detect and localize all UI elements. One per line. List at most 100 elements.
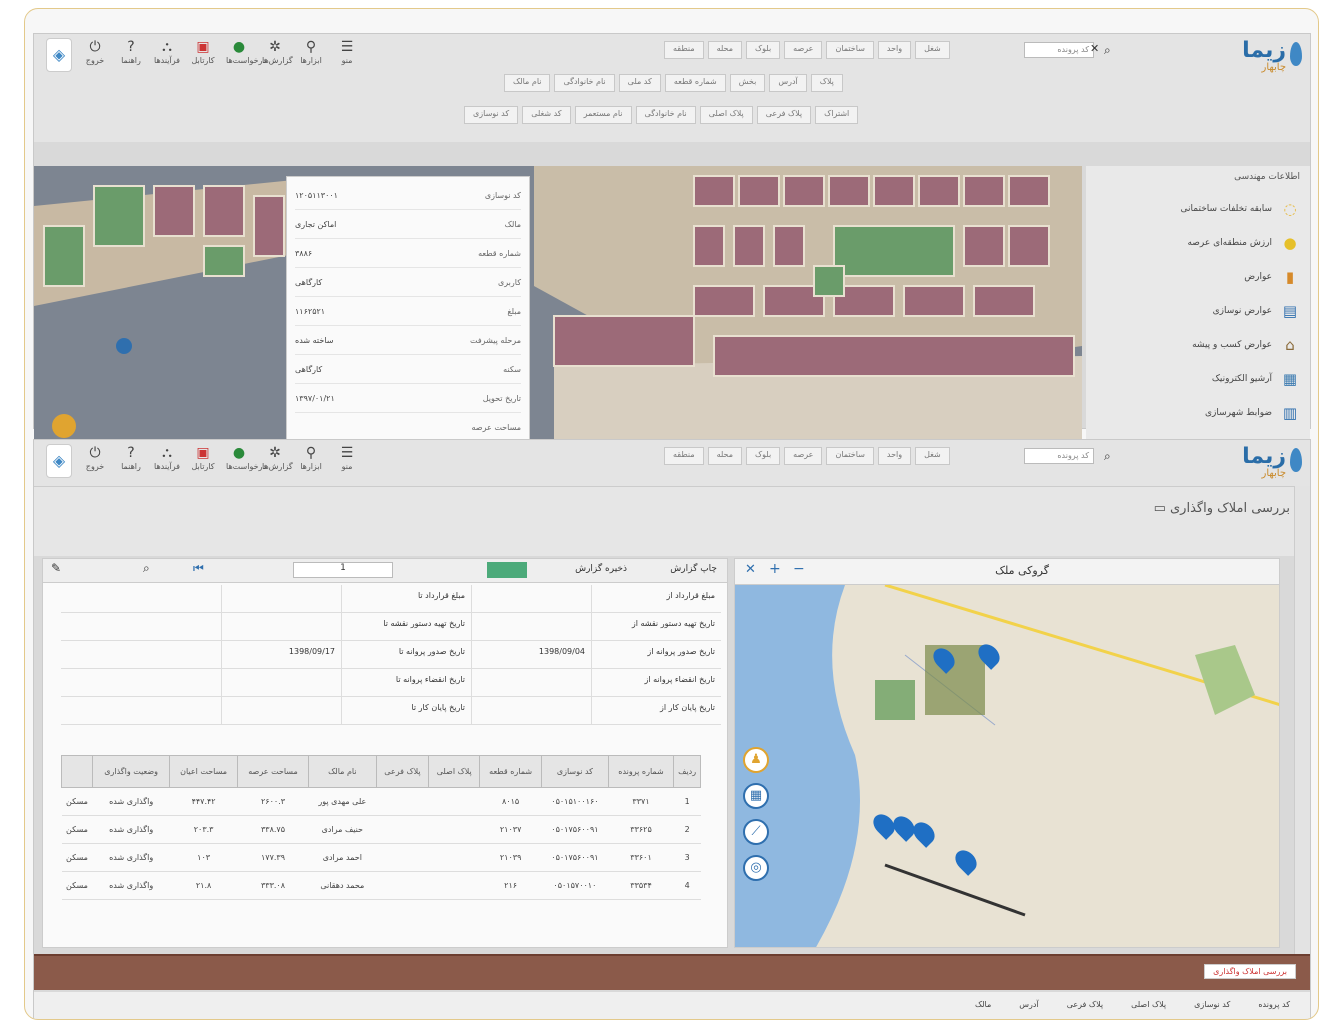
chip[interactable]: بلوک (746, 447, 781, 465)
table-row[interactable]: 3 ۳۳۶۰۱ ۰۵۰۱۷۵۶۰۰۹۱ ۲۱۰۳۹ احمد مرادی ۱۷۷.۳۹ ۱۰… (61, 843, 701, 872)
layers-icon[interactable]: ▦ (743, 783, 769, 809)
map-header: گروکی ملک ✕ + − (735, 559, 1279, 585)
chip[interactable]: محله (707, 447, 742, 465)
page-input[interactable]: 1 (293, 562, 393, 578)
sidebar-item[interactable]: ▤ عوارض نوسازی (1096, 294, 1300, 328)
search-input[interactable]: کد پرونده (1024, 448, 1094, 464)
chat-icon[interactable]: ● درخواست‌ها (226, 38, 266, 72)
top-toolbar-2: زیما چابهار کد پرونده ⌕ منطقه محله بلوک … (34, 440, 1310, 486)
sidebar-item[interactable]: ▦ آرشیو الکترونیک (1096, 362, 1300, 396)
org-chart-icon[interactable]: ⛬ فرآیندها (154, 444, 180, 478)
chip[interactable]: اشتراک (815, 106, 859, 124)
report-grid-panel: چاپ گزارش ذخیره گزارش 1 ⏮ ⌕ ✎ مبلغ قرارد… (42, 558, 728, 948)
chip[interactable]: پلاک اصلی (699, 106, 753, 124)
chip[interactable]: منطقه (664, 447, 704, 465)
inbox-icon[interactable]: ▣ کارتابل (190, 38, 216, 72)
chip[interactable]: آدرس (769, 74, 807, 92)
inbox-icon[interactable]: ▣ کارتابل (190, 444, 216, 478)
chip[interactable]: نام مالک (504, 74, 551, 92)
pin-icon[interactable]: ⚲ ابزارها (298, 444, 324, 478)
page-title: بررسی املاک واگذاری ▭ (1153, 501, 1290, 516)
search-icon[interactable]: ⌕ (143, 561, 150, 576)
zoom-in-icon[interactable]: + (769, 561, 781, 577)
map-title: گروکی ملک (995, 564, 1049, 577)
power-icon[interactable]: ⏻ خروج (82, 38, 108, 72)
help-icon[interactable]: ? راهنما (118, 444, 144, 478)
footer-col: آدرس (1019, 1000, 1039, 1009)
sidebar-item[interactable]: ⌂ عوارض کسب و پیشه (1096, 328, 1300, 362)
chip[interactable]: واحد (877, 447, 912, 465)
footer-col: کد نوسازی (1194, 1000, 1231, 1009)
info-row: شماره قطعه ۳۸۸۶ (295, 239, 521, 268)
print-button[interactable]: چاپ گزارش (670, 564, 717, 574)
chip[interactable]: عرصه (784, 447, 823, 465)
chip[interactable]: عرصه (784, 41, 823, 59)
help-icon[interactable]: ? راهنما (118, 38, 144, 72)
app-icon[interactable]: ◈ (46, 444, 72, 478)
export-button[interactable] (487, 562, 527, 578)
chip[interactable]: پلاک فرعی (756, 106, 812, 124)
document-icon: ▤ (1282, 302, 1298, 320)
chip[interactable]: کد ملی (618, 74, 661, 92)
footer-col: پلاک اصلی (1131, 1000, 1167, 1009)
side-scrollbar[interactable] (1294, 486, 1310, 956)
grid-toolbar: چاپ گزارش ذخیره گزارش 1 ⏮ ⌕ ✎ (43, 559, 727, 583)
chip[interactable]: کد شغلی (522, 106, 571, 124)
street-view-icon[interactable]: ♟ (743, 747, 769, 773)
info-sidebar: اطلاعات مهندسی ◌ سابقه تخلفات ساختمانی ● ا… (1086, 166, 1310, 452)
app-icon[interactable]: ◈ (46, 38, 72, 72)
location-map-svg[interactable] (735, 585, 1280, 948)
sidebar-item[interactable]: ▥ ضوابط شهرسازی (1096, 396, 1300, 430)
chip[interactable]: ساختمان (826, 447, 874, 465)
archive-icon: ▦ (1282, 370, 1298, 388)
brand-name: زیما (1242, 38, 1286, 63)
nav-first-icon[interactable]: ⏮ (193, 561, 204, 576)
gear-icon[interactable]: ✲ گزارش‌ها (262, 444, 293, 478)
chip[interactable]: بلوک (746, 41, 781, 59)
measure-icon[interactable]: ⟋ (743, 819, 769, 845)
parcel-map[interactable] (34, 166, 1082, 452)
icon-bar: ◈ ⏻ خروج ? راهنما ⛬ فرآیندها ▣ کارتابل ● درخو… (46, 38, 360, 72)
filter-chips-row1: منطقه محله بلوک عرصه ساختمان واحد شغل (664, 447, 950, 465)
close-icon[interactable]: ✕ (1090, 42, 1099, 55)
chip[interactable]: ساختمان (826, 41, 874, 59)
page-header: بررسی املاک واگذاری ▭ (34, 486, 1310, 556)
chip[interactable]: شغل (915, 447, 950, 465)
power-icon[interactable]: ⏻ خروج (82, 444, 108, 478)
save-report-button[interactable]: ذخیره گزارش (575, 564, 627, 574)
sidebar-item[interactable]: ▮ عوارض (1096, 260, 1300, 294)
gear-icon[interactable]: ✲ گزارش‌ها (262, 38, 293, 72)
menu-icon[interactable]: ☰ منو (334, 38, 360, 72)
bottom-tab[interactable]: بررسی املاک واگذاری (1204, 964, 1296, 979)
table-row[interactable]: 2 ۳۳۶۲۵ ۰۵۰۱۷۵۶۰۰۹۱ ۲۱۰۳۷ حنیف مرادی ۳۳۸.۷۵ ۲۰… (61, 815, 701, 844)
pin-icon[interactable]: ⚲ ابزارها (298, 38, 324, 72)
search-input[interactable]: کد پرونده (1024, 42, 1094, 58)
menu-icon[interactable]: ☰ منو (334, 444, 360, 478)
chip[interactable]: نام خانوادگی (554, 74, 615, 92)
chart-icon: ▮ (1285, 268, 1295, 286)
org-chart-icon[interactable]: ⛬ فرآیندها (154, 38, 180, 72)
sidebar-item[interactable]: ● ارزش منطقه‌ای عرصه (1096, 226, 1300, 260)
app-logo: زیما چابهار (1192, 40, 1302, 76)
chip[interactable]: شغل (915, 41, 950, 59)
chip[interactable]: نام خانوادگی (635, 106, 696, 124)
screenshot-frame: زیما چابهار کد پرونده ⌕ ✕ منطقه محله بلو… (24, 8, 1319, 1020)
chip[interactable]: نام مستعمر (574, 106, 632, 124)
chip[interactable]: محله (707, 41, 742, 59)
edit-icon[interactable]: ✎ (51, 561, 61, 575)
chip[interactable]: بخش (729, 74, 766, 92)
zoom-out-icon[interactable]: − (793, 561, 805, 577)
locate-icon[interactable]: ◎ (743, 855, 769, 881)
chip[interactable]: واحد (877, 41, 912, 59)
chip[interactable]: شماره قطعه (664, 74, 726, 92)
search-icon[interactable]: ⌕ (1104, 43, 1111, 58)
search-icon[interactable]: ⌕ (1104, 449, 1111, 464)
chip[interactable]: کد نوسازی (464, 106, 519, 124)
chip[interactable]: منطقه (664, 41, 704, 59)
chat-icon[interactable]: ● درخواست‌ها (226, 444, 266, 478)
table-row[interactable]: 1 ۳۳۷۱ ۰۵۰۱۵۱۰۰۱۶۰ ۸۰۱۵ علی مهدی پور ۲۶۰۰.۳ ۴۴… (61, 787, 701, 816)
chip[interactable]: پلاک (810, 74, 843, 92)
close-icon[interactable]: ✕ (745, 562, 756, 577)
sidebar-item[interactable]: ◌ سابقه تخلفات ساختمانی (1096, 192, 1300, 226)
table-row[interactable]: 4 ۳۳۵۳۴ ۰۵۰۱۵۷۰۰۱۰ ۲۱۶ محمد دهقانی ۳۳۳.۰۸ ۲۱.۸… (61, 871, 701, 900)
